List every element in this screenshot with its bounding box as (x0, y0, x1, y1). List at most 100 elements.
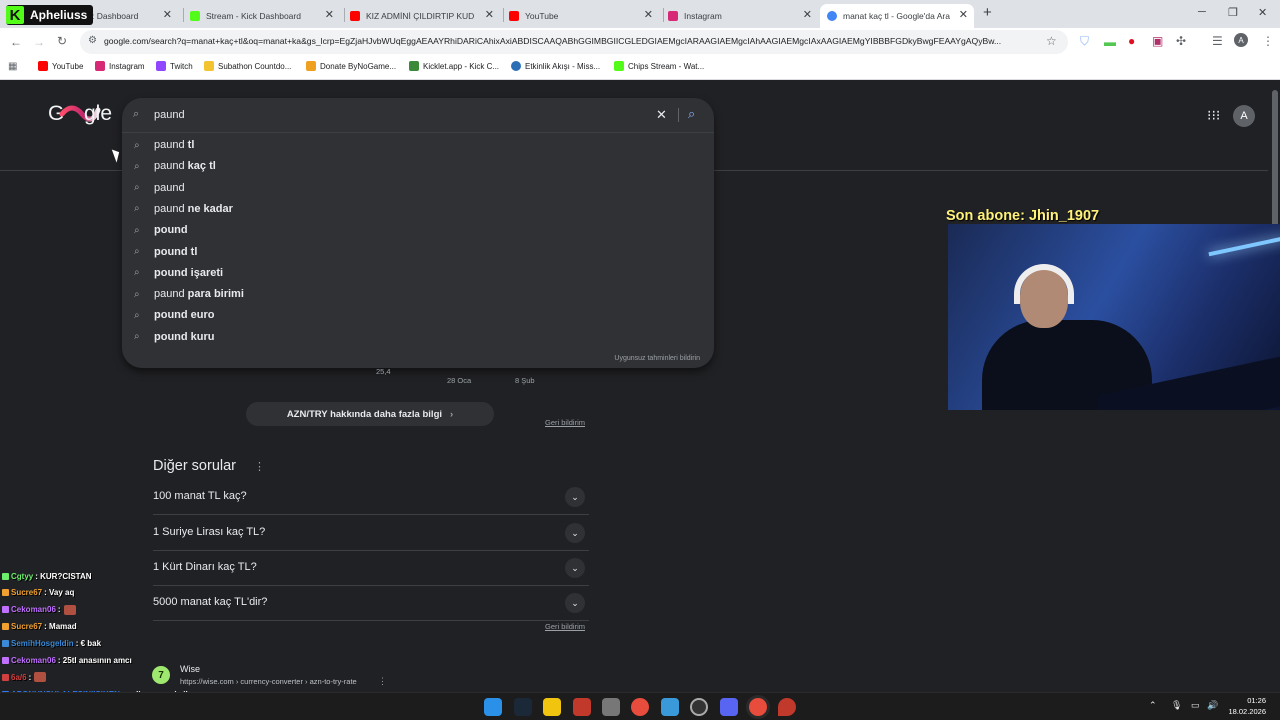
back-icon[interactable]: ← (10, 35, 22, 49)
bookmark-instagram[interactable]: Instagram (95, 61, 145, 71)
app-icon[interactable] (573, 698, 591, 716)
question-text: 5000 manat kaç TL'dir? (153, 596, 268, 608)
clock[interactable]: 01:26 18.02.2026 (1228, 695, 1266, 717)
search-suggestion[interactable]: ⌕ paund (134, 178, 694, 198)
search-icon: ⌕ (134, 246, 140, 257)
google-apps-icon[interactable]: ⁝⁝⁝ (1207, 107, 1220, 124)
chevron-down-icon[interactable]: ⌄ (565, 487, 585, 507)
close-icon[interactable]: ✕ (803, 8, 812, 21)
result-url[interactable]: https://wise.com › currency-converter › … (180, 677, 357, 686)
restore-button[interactable]: ❐ (1228, 6, 1238, 19)
extension-shield-icon[interactable]: ⛉ (1080, 34, 1089, 49)
suggestion-completion: pound tl (154, 245, 198, 258)
tab-kick-dashboard[interactable]: Stream - Kick Dashboard ✕ (190, 4, 340, 28)
close-icon[interactable]: ✕ (325, 8, 334, 21)
more-options-icon[interactable]: ⋮ (378, 676, 387, 687)
start-icon[interactable] (484, 698, 502, 716)
menu-icon[interactable]: ⋮ (1262, 34, 1274, 48)
report-predictions-link[interactable]: Uygunsuz tahminleri bildirin (614, 355, 700, 362)
tray-overflow-icon[interactable]: ⌃ (1149, 700, 1157, 711)
forward-icon[interactable]: → (33, 35, 45, 49)
feedback-link[interactable]: Geri bildirim (545, 418, 585, 427)
search-submit-icon[interactable]: ⌕ (688, 106, 695, 122)
chevron-down-icon[interactable]: ⌄ (565, 558, 585, 578)
close-icon[interactable]: ✕ (959, 8, 968, 21)
suggestion-completion: tl (187, 139, 195, 151)
address-bar[interactable]: ⚙ google.com/search?q=manat+kaç+tl&oq=ma… (80, 30, 1068, 54)
search-suggestion[interactable]: ⌕ pound euro (134, 305, 694, 325)
site-info-icon[interactable]: ⚙ (88, 35, 97, 46)
more-info-button[interactable]: AZN/TRY hakkında daha fazla bilgi › (246, 402, 494, 426)
app-icon[interactable] (661, 698, 679, 716)
bookmark-youtube[interactable]: YouTube (38, 61, 83, 71)
extension-opera-icon[interactable]: ● (1128, 34, 1135, 48)
search-suggestion[interactable]: ⌕ pound kuru (134, 327, 694, 347)
feedback-link[interactable]: Geri bildirim (545, 622, 585, 631)
wise-logo-icon: 7 (152, 666, 170, 684)
search-suggestion[interactable]: ⌕ paund tl (134, 135, 694, 155)
question-text: 100 manat TL kaç? (153, 490, 247, 502)
file-explorer-icon[interactable] (543, 698, 561, 716)
search-suggestion[interactable]: ⌕ pound işareti (134, 263, 694, 283)
obs-icon[interactable] (690, 698, 708, 716)
bookmark-label: Etkinlik Akışı - Miss... (525, 61, 601, 71)
apps-grid-icon[interactable]: ▦ (8, 61, 17, 72)
search-suggestion[interactable]: ⌕ paund ne kadar (134, 199, 694, 219)
suggestion-text: paund (154, 288, 188, 301)
search-suggestion[interactable]: ⌕ paund para birimi (134, 284, 694, 304)
profile-avatar[interactable]: A (1234, 33, 1248, 47)
chrome-active-icon[interactable] (749, 698, 767, 716)
bookmark-star-icon[interactable]: ☆ (1046, 34, 1057, 48)
bookmark-etkinlik[interactable]: Etkinlik Akışı - Miss... (511, 61, 600, 71)
volume-icon[interactable]: 🔊 (1207, 700, 1218, 711)
chevron-down-icon[interactable]: ⌄ (565, 593, 585, 613)
search-suggestion[interactable]: ⌕ pound (134, 220, 694, 240)
reload-icon[interactable]: ↻ (57, 34, 67, 48)
chevron-down-icon[interactable]: ⌄ (565, 523, 585, 543)
tab-youtube-video[interactable]: KIZ ADMİNİ ÇILDIRTIP KUDURT ✕ (350, 4, 500, 28)
question-item[interactable]: 1 Kürt Dinarı kaç TL? ⌄ (153, 551, 589, 586)
question-item[interactable]: 5000 manat kaç TL'dir? ⌄ (153, 586, 589, 621)
bookmark-donate[interactable]: Donate ByNoGame... (306, 61, 396, 71)
minimize-button[interactable]: ─ (1198, 6, 1206, 18)
app-icon[interactable] (778, 698, 796, 716)
steam-icon[interactable] (514, 698, 532, 716)
bookmark-kicklet[interactable]: Kicklet.app - Kick C... (409, 61, 499, 71)
tab-instagram[interactable]: Instagram ✕ (668, 4, 818, 28)
app-icon[interactable] (602, 698, 620, 716)
chat-badge-icon (2, 606, 9, 614)
discord-icon[interactable] (720, 698, 738, 716)
bookmark-subathon[interactable]: Subathon Countdo... (204, 61, 291, 71)
bookmark-chips[interactable]: Chips Stream - Wat... (614, 61, 704, 71)
google-logo[interactable]: G gle (48, 100, 114, 126)
bookmark-twitch[interactable]: Twitch (156, 61, 193, 71)
question-item[interactable]: 1 Suriye Lirası kaç TL? ⌄ (153, 516, 589, 551)
close-icon[interactable]: ✕ (644, 8, 653, 21)
close-window-button[interactable]: ✕ (1258, 6, 1267, 19)
close-icon[interactable]: ✕ (485, 8, 494, 21)
tab-google-search[interactable]: manat kaç tl - Google'da Ara ✕ (820, 4, 974, 28)
subathon-icon (204, 61, 214, 71)
extension-icon[interactable]: ▣ (1152, 34, 1163, 48)
search-suggestion[interactable]: ⌕ paund kaç tl (134, 156, 694, 176)
extension-battery-icon[interactable]: ▬ (1104, 35, 1116, 49)
search-input[interactable]: paund (154, 109, 185, 121)
tab-youtube[interactable]: YouTube ✕ (509, 4, 659, 28)
clear-icon[interactable]: ✕ (656, 107, 667, 123)
more-options-icon[interactable]: ⋮ (254, 460, 265, 473)
chrome-icon[interactable] (631, 698, 649, 716)
suggestion-text: paund (154, 139, 188, 151)
new-tab-button[interactable]: + (983, 4, 992, 21)
question-text: 1 Kürt Dinarı kaç TL? (153, 561, 257, 573)
reading-list-icon[interactable]: ☰ (1212, 34, 1223, 48)
network-icon[interactable]: ▭ (1191, 700, 1200, 711)
microphone-icon[interactable]: 🎙 (1171, 700, 1182, 711)
bookmark-label: Twitch (170, 61, 193, 71)
extensions-puzzle-icon[interactable]: ✣ (1176, 34, 1186, 48)
chat-message: Cekoman06: (2, 602, 76, 618)
search-suggestion[interactable]: ⌕ pound tl (134, 242, 694, 262)
chat-text: : KUR?CISTAN (35, 571, 92, 581)
account-avatar[interactable]: A (1233, 105, 1255, 127)
question-item[interactable]: 100 manat TL kaç? ⌄ (153, 480, 589, 515)
close-icon[interactable]: ✕ (163, 8, 172, 21)
